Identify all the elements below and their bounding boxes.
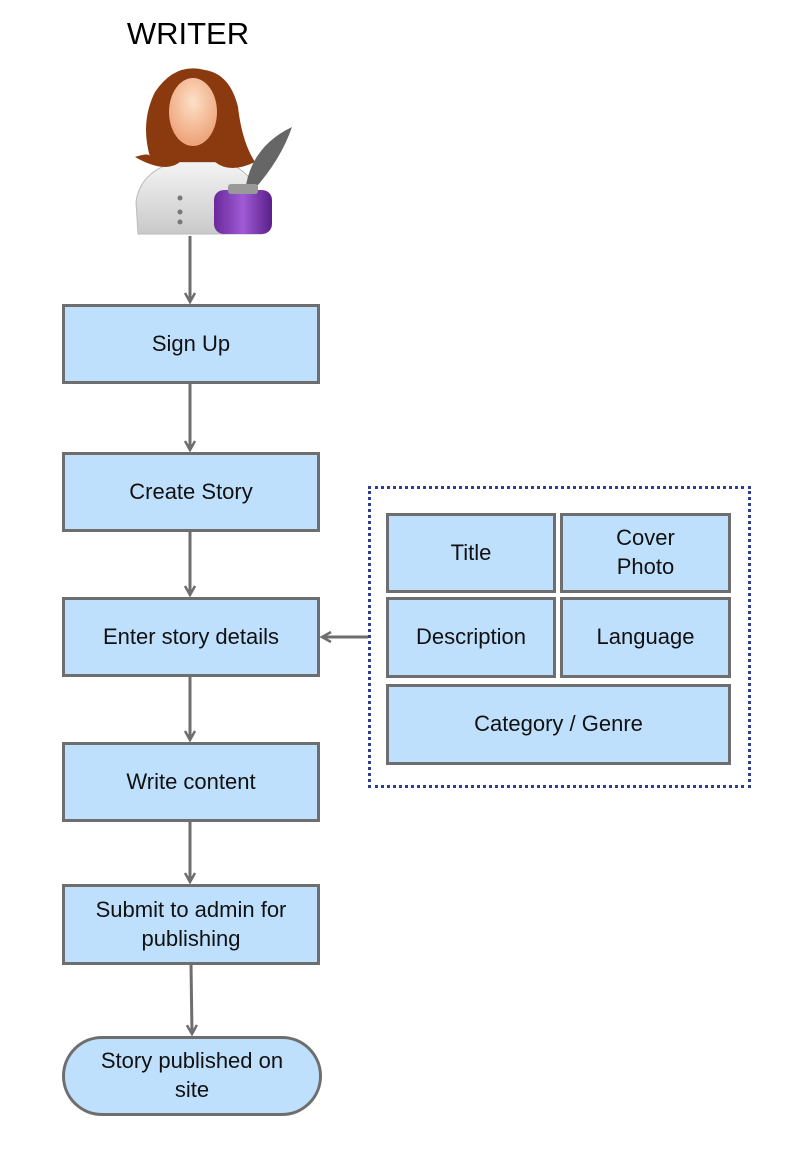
step-label: Sign Up <box>151 330 231 356</box>
detail-label: Cover Photo <box>616 525 675 579</box>
step-write-content: Write content <box>62 742 320 822</box>
step-submit-to-admin: Submit to admin for publishing <box>62 884 320 965</box>
detail-label: Category / Genre <box>474 711 643 737</box>
arrow-submit-to-published <box>191 963 192 1034</box>
detail-cover-photo: Cover Photo <box>560 513 731 593</box>
step-label: Submit to admin for publishing <box>95 896 287 951</box>
detail-label: Description <box>415 624 527 650</box>
step-label: Story published on site <box>100 1048 284 1102</box>
step-enter-story-details: Enter story details <box>62 597 320 677</box>
step-label: Write content <box>126 768 256 794</box>
detail-description: Description <box>386 597 556 678</box>
detail-label: Title <box>450 539 492 565</box>
detail-language: Language <box>560 597 731 678</box>
detail-title: Title <box>386 513 556 593</box>
step-sign-up: Sign Up <box>62 304 320 384</box>
terminal-story-published: Story published on site <box>62 1036 322 1116</box>
step-create-story: Create Story <box>62 452 320 532</box>
step-label: Enter story details <box>102 623 280 649</box>
step-label: Create Story <box>129 478 253 504</box>
detail-category-genre: Category / Genre <box>386 684 731 765</box>
detail-label: Language <box>596 624 695 650</box>
